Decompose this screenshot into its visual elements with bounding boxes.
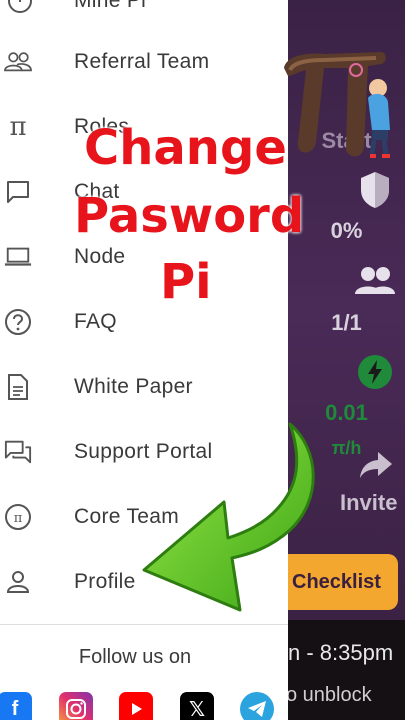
time-text: n - 8:35pm [288, 640, 394, 665]
core-team-icon: π [4, 503, 32, 531]
telegram-icon[interactable] [240, 692, 274, 720]
overlay-title-line3: Pi [160, 254, 212, 310]
shield-icon [358, 170, 392, 215]
menu-item-faq[interactable]: FAQ [0, 289, 288, 354]
question-icon [4, 308, 32, 336]
menu-item-label: Referral Team [74, 49, 210, 73]
lightning-icon [358, 355, 392, 394]
unblock-text: o unblock [288, 684, 372, 706]
security-percent: 0% [330, 218, 363, 243]
menu-item-referral-team[interactable]: Referral Team [0, 29, 288, 94]
document-icon [4, 373, 32, 401]
overlay-title-line2: Pasword [74, 188, 305, 244]
follow-us-label: Follow us on [78, 646, 192, 668]
share-arrow-icon [360, 452, 392, 483]
youtube-icon[interactable] [119, 692, 153, 720]
facebook-icon[interactable]: f [0, 692, 32, 720]
menu-item-white-paper[interactable]: White Paper [0, 354, 288, 419]
overlay-title-line1: Change [84, 120, 287, 176]
x-icon[interactable]: 𝕏 [180, 692, 214, 720]
support-chat-icon [4, 438, 32, 466]
instagram-icon[interactable] [59, 692, 93, 720]
divider [0, 624, 288, 625]
team-count: 1/1 [331, 310, 362, 335]
mine-icon [6, 0, 34, 15]
pi-icon: π [9, 111, 27, 142]
menu-item-label: White Paper [74, 374, 193, 398]
menu-item-label: Mine Pi [74, 0, 147, 12]
svg-text:π: π [14, 511, 23, 526]
green-arrow-icon [140, 420, 330, 620]
people-icon [4, 48, 32, 76]
chat-icon [4, 178, 32, 206]
menu-item-label: Node [74, 244, 126, 268]
bottom-bar: n - 8:35pm o unblock [288, 620, 405, 720]
person-icon [4, 568, 32, 596]
invite-label[interactable]: Invite [340, 490, 405, 516]
laptop-icon [4, 243, 32, 271]
menu-item-label: Profile [74, 569, 136, 593]
team-icon [355, 266, 395, 299]
pi-mascot-image [276, 46, 405, 166]
menu-item-label: FAQ [74, 309, 117, 333]
